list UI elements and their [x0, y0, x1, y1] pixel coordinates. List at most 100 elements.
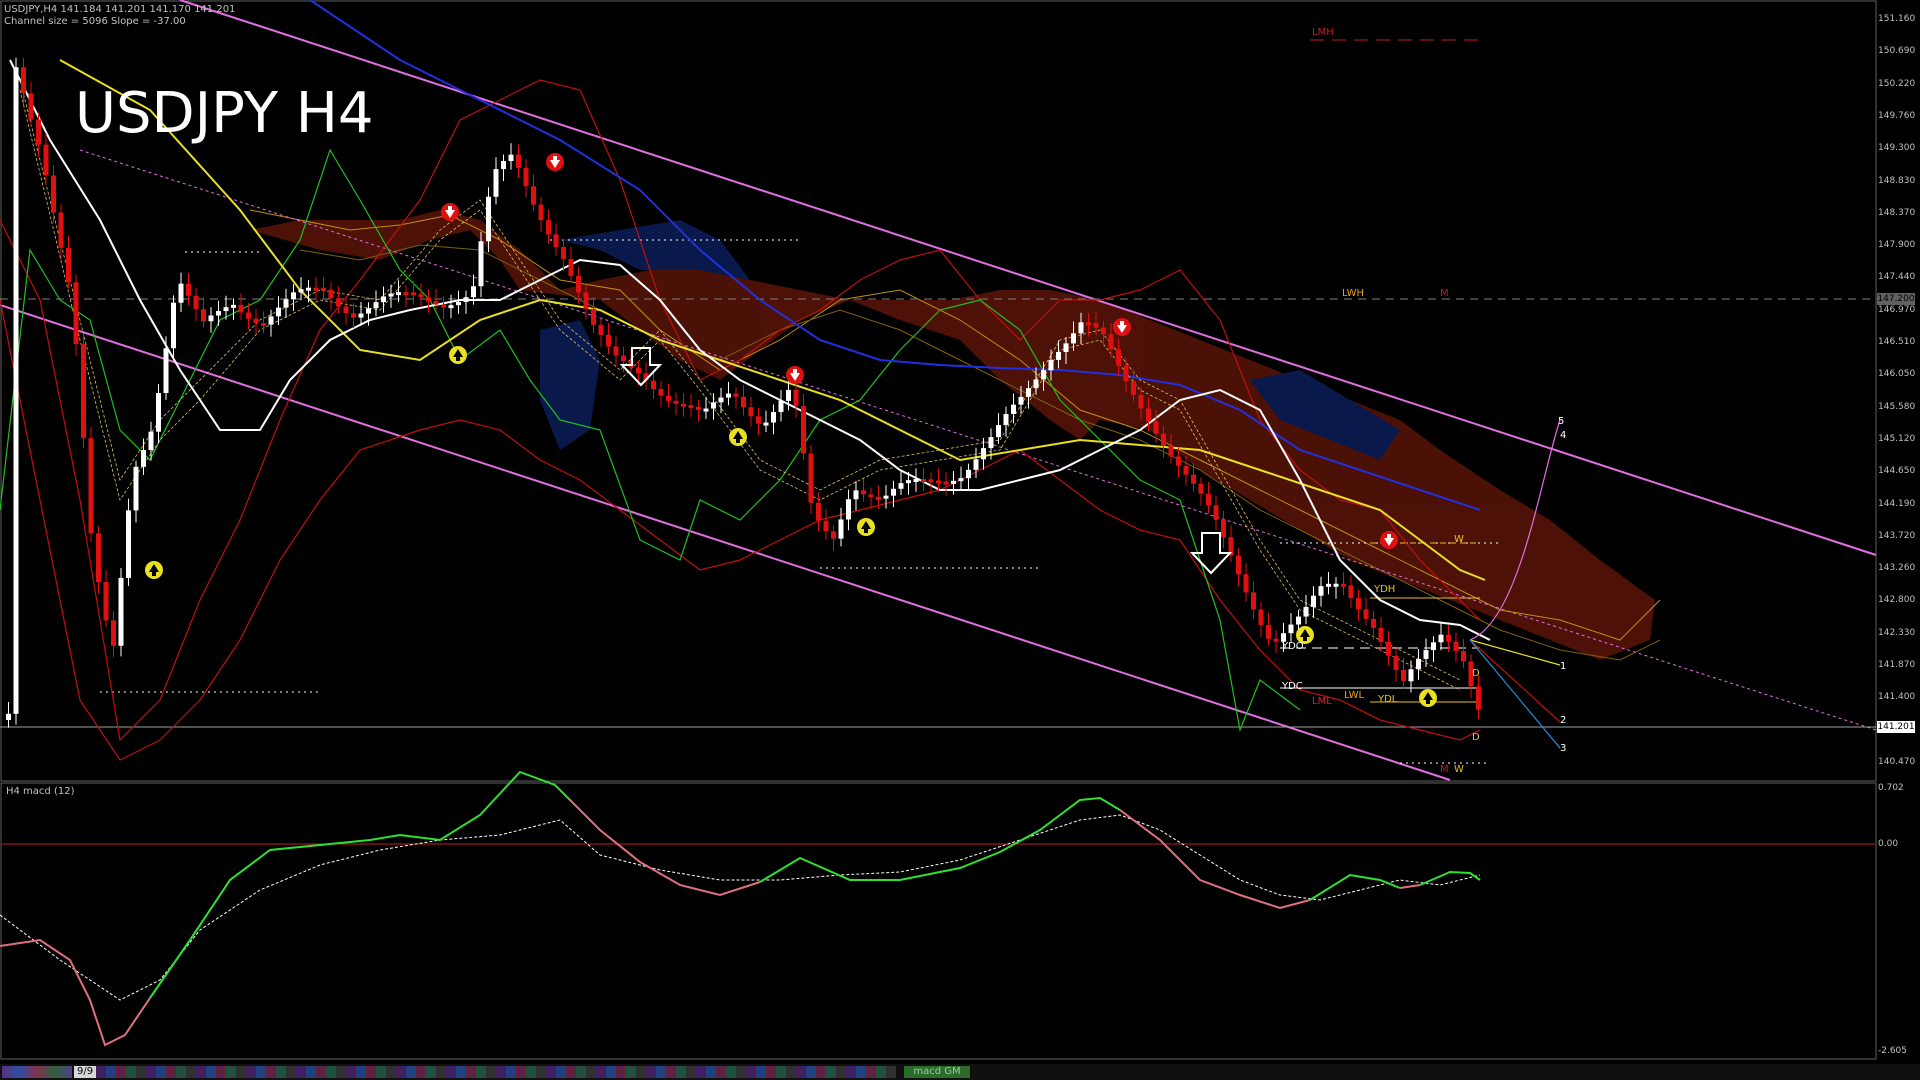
candle-body — [913, 479, 919, 483]
up-signal-icon — [145, 561, 163, 579]
chart-header-channel: Channel size = 5096 Slope = -37.00 — [4, 16, 186, 27]
macd-line-up — [149, 770, 571, 999]
candle-body — [786, 389, 791, 401]
candle-body — [103, 582, 109, 621]
candle-body — [396, 292, 401, 296]
wave-2-label: 2 — [1560, 715, 1567, 726]
candle-body — [1078, 322, 1084, 334]
candle-body — [276, 307, 281, 317]
candle-body — [426, 297, 431, 302]
candle-body — [66, 247, 71, 283]
price-axis-tick: 142.330 — [1878, 627, 1916, 638]
candle-body — [823, 520, 829, 532]
candle-body — [418, 294, 424, 298]
candle-body — [666, 395, 671, 401]
candle-body — [493, 169, 499, 197]
price-axis-tick: 149.300 — [1878, 143, 1916, 154]
candle-body — [1341, 583, 1346, 587]
candle-body — [1371, 618, 1376, 628]
candle-body — [28, 93, 34, 120]
candle-body — [996, 425, 1001, 438]
candle-body — [1243, 574, 1249, 593]
channel-upper-line — [179, 0, 1877, 556]
price-axis-tick: 146.050 — [1878, 369, 1916, 380]
candle-body — [1131, 381, 1136, 395]
kumo-blue-3 — [540, 320, 600, 450]
price-axis-tick: 145.120 — [1878, 433, 1916, 444]
candle-body — [21, 67, 26, 94]
candle-body — [868, 494, 874, 498]
candle-body — [1011, 404, 1016, 415]
down-signal-icon — [441, 203, 459, 221]
projection-to-3 — [1469, 639, 1561, 749]
candle-body — [1356, 598, 1361, 610]
candle-body — [1311, 595, 1316, 607]
candle-body — [6, 713, 11, 720]
w-upper-label: W — [1454, 534, 1464, 545]
candle-body — [988, 437, 994, 449]
macd-line-up-3 — [1309, 873, 1401, 901]
macd-tab[interactable]: macd GM — [904, 1066, 970, 1078]
price-axis-tick: 151.160 — [1878, 14, 1916, 24]
candle-body — [388, 293, 394, 297]
candle-body — [313, 287, 319, 291]
candle-body — [463, 297, 469, 302]
candle-body — [336, 298, 341, 307]
candle-body — [1453, 641, 1459, 652]
candle-body — [231, 304, 236, 308]
up-signal-icon — [857, 518, 875, 536]
price-axis-tick: 144.650 — [1878, 466, 1916, 477]
candle-body — [606, 334, 611, 347]
candle-body — [711, 402, 716, 409]
channel-mid-line — [79, 149, 1877, 731]
candle-body — [1438, 634, 1444, 643]
candle-body — [73, 282, 79, 345]
wave-3-label: 3 — [1560, 743, 1567, 754]
candle-body — [793, 389, 799, 406]
down-signal-icon — [546, 153, 564, 171]
status-bar-colors — [96, 1066, 896, 1078]
big-down-arrow-icon — [619, 347, 663, 387]
candle-body — [1123, 365, 1129, 382]
candle-body — [163, 348, 169, 394]
candle-body — [936, 480, 941, 484]
macd-line-down-2 — [569, 799, 761, 897]
candle-body — [748, 407, 754, 417]
macd-axis-bottom: -2.605 — [1878, 1046, 1908, 1056]
candle-body — [921, 479, 926, 483]
candle-body — [238, 304, 244, 313]
candle-body — [561, 246, 566, 259]
candle-body — [523, 167, 529, 187]
candle-body — [253, 318, 259, 324]
candle-body — [448, 305, 454, 309]
candle-body — [13, 67, 19, 714]
candle-body — [891, 488, 896, 496]
candle-body — [291, 292, 296, 300]
price-chart[interactable] — [0, 0, 1920, 1080]
candle-body — [696, 406, 701, 410]
candle-body — [681, 403, 686, 407]
price-axis-tick: 142.800 — [1878, 595, 1916, 606]
candle-body — [36, 119, 41, 145]
candle-body — [1086, 322, 1091, 326]
candle-body — [741, 396, 746, 408]
candle-body — [831, 531, 836, 539]
candle-body — [51, 175, 56, 213]
candle-body — [853, 490, 859, 500]
candle-body — [141, 450, 146, 467]
candle-body — [1168, 445, 1174, 457]
ichimoku-cloud — [250, 210, 1655, 660]
candle-body — [1026, 388, 1031, 397]
candle-body — [778, 400, 784, 413]
candle-body — [96, 533, 101, 583]
candle-body — [1221, 519, 1226, 538]
candle-body — [658, 388, 664, 396]
macd-signal-line — [0, 814, 1481, 1001]
candle-body — [1093, 323, 1099, 328]
candle-body — [328, 289, 334, 299]
candle-body — [1018, 396, 1024, 405]
candle-body — [553, 234, 559, 247]
candle-body — [846, 499, 851, 520]
ydc-label: YDC — [1282, 681, 1303, 692]
candle-body — [801, 405, 806, 454]
